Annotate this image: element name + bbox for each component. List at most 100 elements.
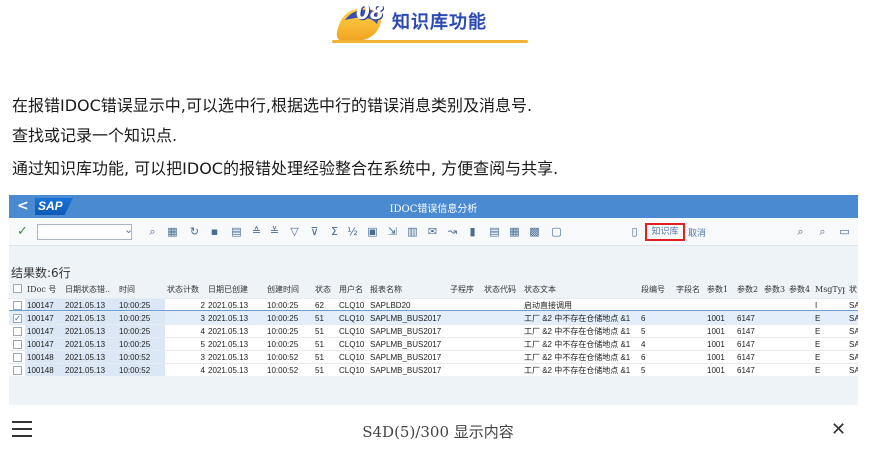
refresh-icon[interactable]: ↻ (187, 224, 202, 239)
filter-icon[interactable]: ▽ (287, 224, 302, 239)
mail-icon[interactable]: ✉ (425, 224, 440, 239)
table-cell (764, 364, 788, 376)
table-row[interactable]: 100148 2021.05.13 10:00:52 4 2021.05.13 10:00… (9, 363, 858, 376)
layout-select-icon[interactable]: ▦ (507, 224, 522, 239)
chart-icon[interactable]: ▮ (465, 224, 480, 239)
command-field[interactable] (37, 224, 132, 240)
find-next-icon[interactable]: ⌕ (815, 224, 830, 239)
table-cell (484, 325, 524, 337)
table-cell: 100147 (27, 301, 54, 310)
column-header[interactable]: 参数1 (707, 282, 737, 298)
row-checkbox[interactable] (13, 327, 22, 336)
column-header[interactable]: 创建时间 (267, 282, 313, 298)
table-cell: 10:00:52 (119, 353, 151, 362)
layout-icon[interactable]: ▪ (207, 224, 222, 239)
cancel-button[interactable]: 取消 (688, 226, 706, 239)
table-cell: 2021.05.13 (208, 353, 249, 362)
details-icon[interactable]: ▤ (229, 224, 244, 239)
print-icon[interactable]: ▣ (365, 224, 380, 239)
chevron-down-icon[interactable]: ⌄ (124, 223, 133, 236)
enter-check-icon[interactable]: ✓ (17, 224, 28, 239)
column-header[interactable]: 日期已创建 (208, 282, 266, 298)
abc-icon[interactable]: ▤ (487, 224, 502, 239)
select-all-checkbox[interactable] (13, 284, 22, 293)
table-row[interactable]: 100148 2021.05.13 10:00:52 3 2021.05.13 10:00… (9, 350, 858, 363)
column-header[interactable]: 日期状态错.. (65, 282, 119, 298)
table-row[interactable]: ✓ 100147 2021.05.13 10:00:25 3 2021.05.13 10:0… (9, 310, 858, 325)
column-header[interactable]: 报表名称 (370, 282, 450, 298)
table-cell: 10:00:25 (267, 314, 299, 323)
layout-save-icon[interactable]: ▩ (527, 224, 542, 239)
column-header[interactable]: 状 (849, 282, 858, 298)
knowledge-base-button[interactable]: 知识库 (645, 223, 685, 241)
table-cell: SA (849, 366, 858, 375)
column-header[interactable]: MsgTyp (815, 282, 845, 298)
row-checkbox[interactable] (13, 366, 22, 375)
row-checkbox[interactable] (13, 340, 22, 349)
table-cell: CLQ10 (339, 314, 365, 323)
doc-icon[interactable]: ▯ (627, 224, 642, 239)
table-cell: 100147 (27, 314, 54, 323)
table-cell: SAPLMB_BUS2017 (370, 366, 442, 375)
table-cell: CLQ10 (339, 366, 365, 375)
column-header[interactable]: 参数2 (737, 282, 763, 298)
table-row[interactable]: 100147 2021.05.13 10:00:25 5 2021.05.13 10:00… (9, 337, 858, 350)
bottom-bar: S4D(5)/300 显示内容 ✕ (0, 411, 876, 451)
section-header: 08 知识库功能 (0, 0, 876, 52)
spreadsheet-icon[interactable]: ▥ (405, 224, 420, 239)
table-cell (450, 364, 482, 376)
table-cell: 工厂 &2 中不存在仓储地点 &1 (524, 353, 631, 362)
table-cell: 2 (200, 301, 205, 310)
grid-icon[interactable]: ▦ (165, 224, 180, 239)
sort-asc-icon[interactable]: ≙ (249, 224, 264, 239)
graph-icon[interactable]: ↝ (445, 224, 460, 239)
find-icon[interactable]: ⌕ (793, 224, 808, 239)
table-row[interactable]: 100147 2021.05.13 10:00:25 2 2021.05.13 10:00… (9, 298, 858, 311)
table-cell: 3 (200, 314, 205, 323)
table-cell: 1001 (707, 353, 725, 362)
sort-desc-icon[interactable]: ≚ (267, 224, 282, 239)
column-header[interactable]: 状态 (315, 282, 337, 298)
column-header[interactable]: 参数3 (764, 282, 788, 298)
row-checkbox[interactable] (13, 301, 22, 310)
table-cell: 1001 (707, 314, 725, 323)
maximize-icon[interactable]: ▭ (837, 224, 852, 239)
column-header[interactable]: 状态计数 (167, 282, 205, 298)
info-icon[interactable]: ▢ (549, 224, 564, 239)
column-header[interactable]: 字段名 (676, 282, 706, 298)
export-icon[interactable]: ⇲ (385, 224, 400, 239)
table-cell: 5 (641, 327, 646, 336)
column-header[interactable]: 状态文本 (524, 282, 641, 298)
table-cell: E (815, 340, 821, 349)
table-cell: 工厂 &2 中不存在仓储地点 &1 (524, 366, 631, 375)
table-cell (764, 299, 788, 311)
table-cell: 2021.05.13 (65, 353, 106, 362)
table-cell: SA (849, 327, 858, 336)
close-icon[interactable]: ✕ (831, 419, 846, 440)
table-cell: CLQ10 (339, 353, 365, 362)
table-cell: SA (849, 301, 858, 310)
table-cell: SAPLMB_BUS2017 (370, 327, 442, 336)
sum-icon[interactable]: Σ (327, 224, 342, 239)
table-row[interactable]: 100147 2021.05.13 10:00:25 4 2021.05.13 10:00… (9, 324, 858, 337)
delete-filter-icon[interactable]: ⊽ (307, 224, 322, 239)
subtotal-icon[interactable]: ½ (345, 224, 360, 239)
table-cell: 2021.05.13 (208, 301, 249, 310)
row-checkbox[interactable] (13, 353, 22, 362)
table-cell: 工厂 &2 中不存在仓储地点 &1 (524, 340, 631, 349)
row-checkbox[interactable]: ✓ (13, 314, 22, 323)
column-header[interactable]: 子程序 (450, 282, 482, 298)
table-cell: 51 (315, 366, 324, 375)
column-header[interactable]: 状态代码 (484, 282, 524, 298)
search-icon[interactable]: ⌕ (145, 224, 160, 239)
column-header[interactable]: IDoc 号 (27, 282, 67, 298)
back-button[interactable]: < (17, 198, 29, 214)
column-header[interactable]: 用户名 (339, 282, 371, 298)
column-header[interactable]: 参数4 (789, 282, 813, 298)
column-header[interactable]: 时间 (119, 282, 165, 298)
table-cell: 5 (200, 340, 205, 349)
table-cell (789, 338, 813, 350)
table-cell: E (815, 314, 821, 323)
table-cell: 6147 (737, 366, 755, 375)
column-header[interactable]: 段编号 (641, 282, 671, 298)
